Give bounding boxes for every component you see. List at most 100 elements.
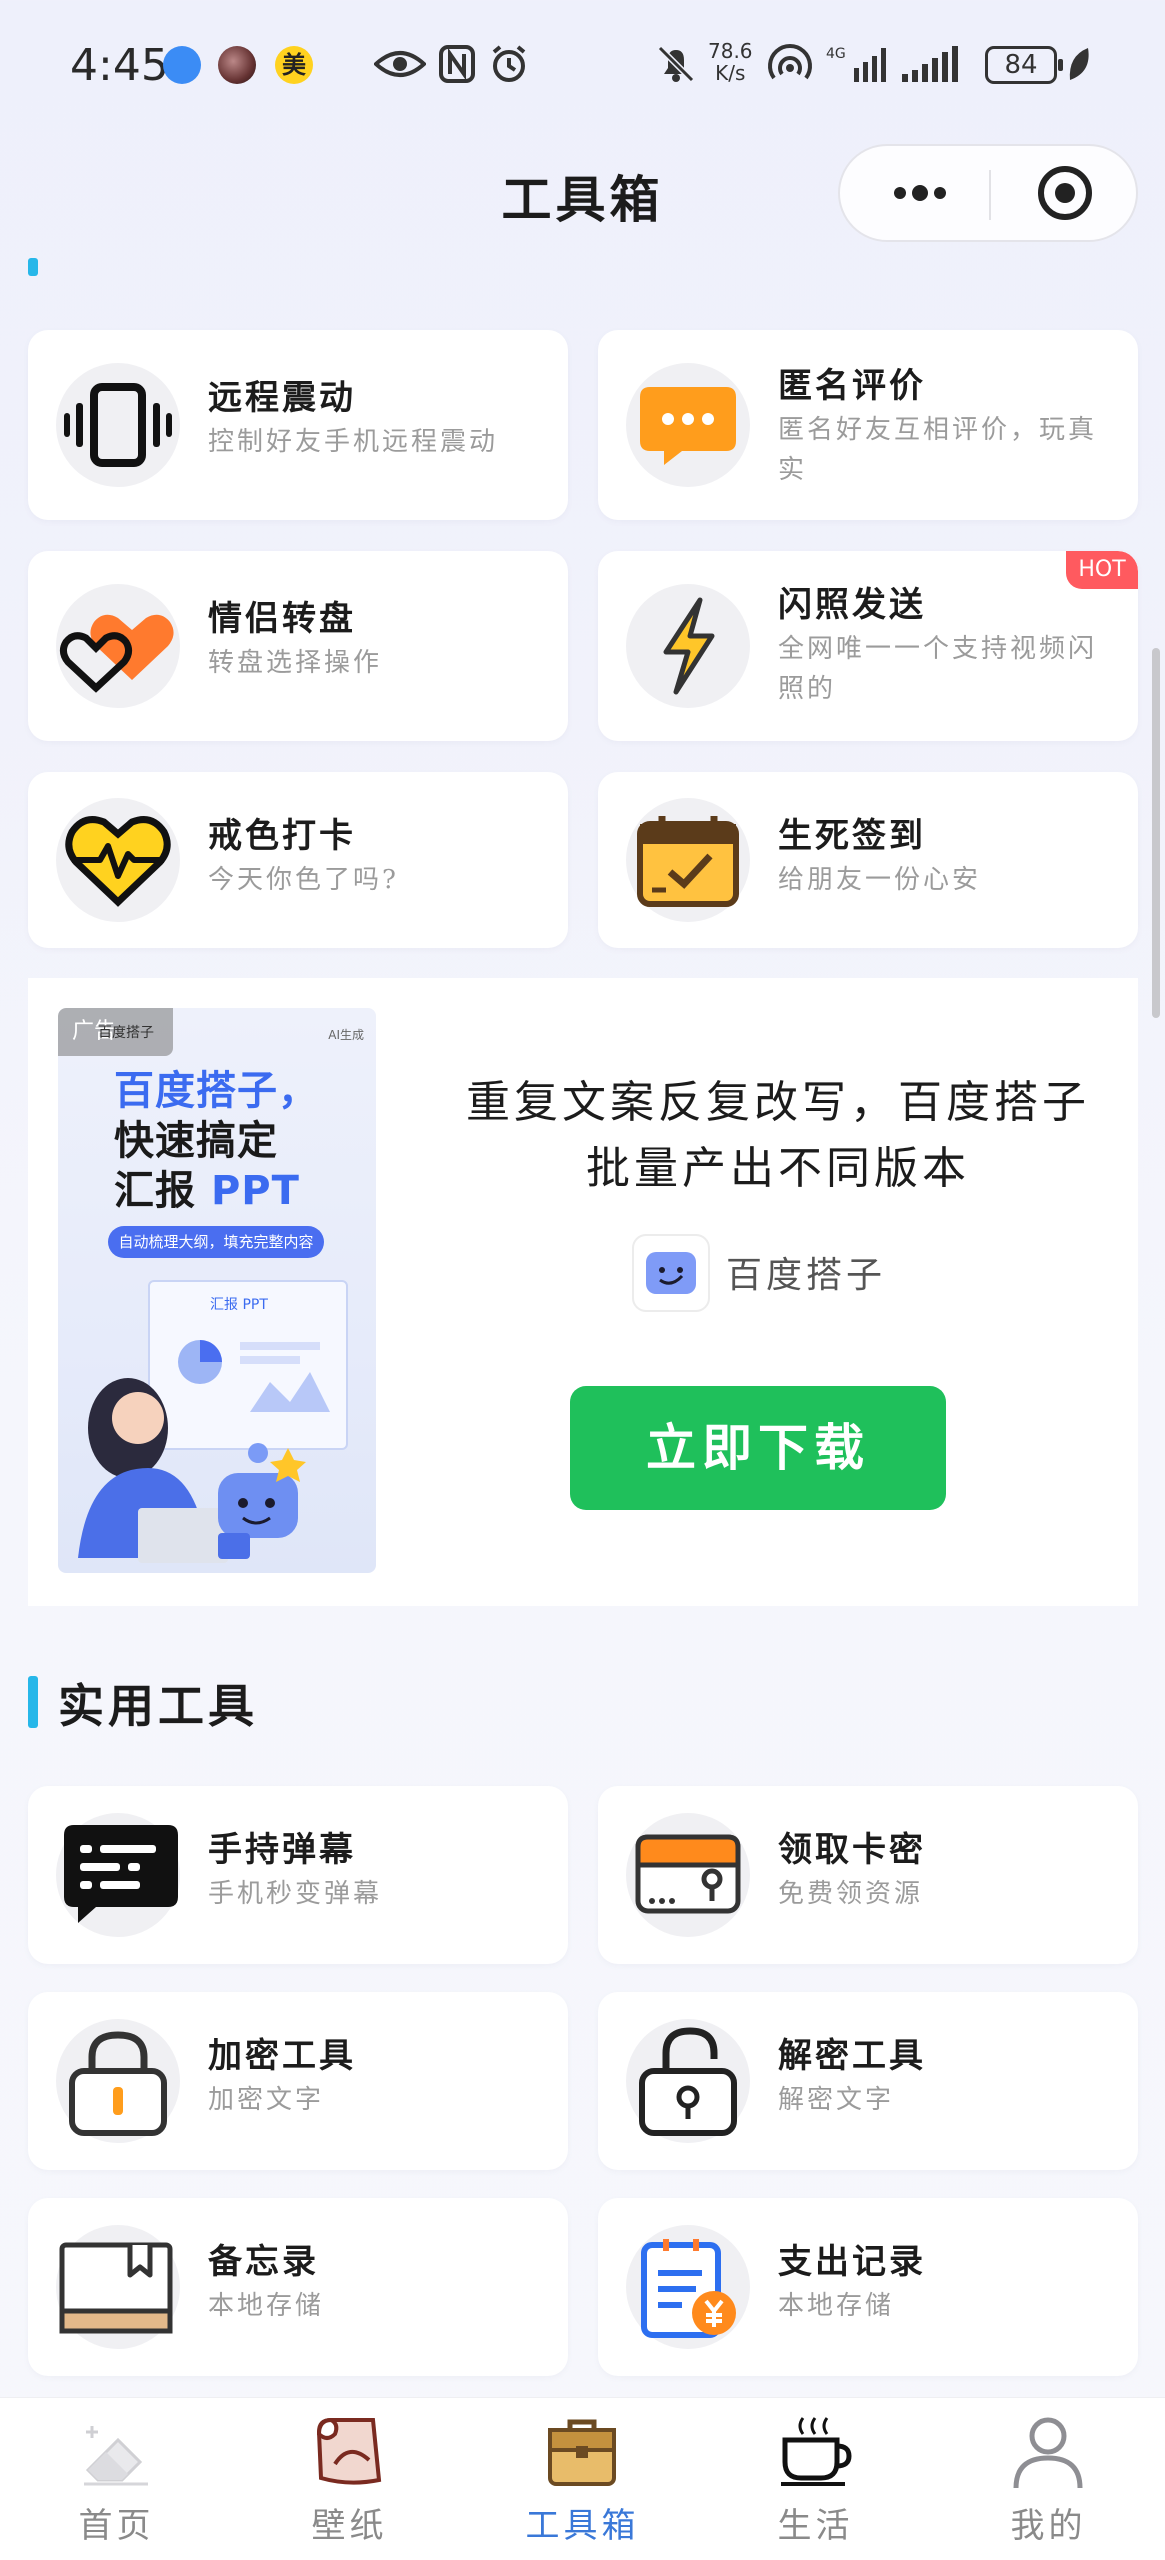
section-indicator-tools xyxy=(28,1676,38,1728)
ad-brand-name: 百度搭子 xyxy=(726,1255,887,1296)
lightning-icon xyxy=(626,584,750,708)
svg-text:4G: 4G xyxy=(826,46,846,62)
battery-indicator: 84 xyxy=(985,46,1063,84)
card-title: 领取卡密 xyxy=(778,1830,926,1870)
baidu-dazi-logo xyxy=(632,1234,710,1312)
more-button[interactable] xyxy=(880,146,960,240)
ad-download-button[interactable]: 立即下载 xyxy=(570,1386,946,1510)
calendar-check-icon xyxy=(626,798,750,922)
card-title: 手持弹幕 xyxy=(208,1830,356,1870)
phone-vibrate-icon xyxy=(56,363,180,487)
card-desc: 加密文字 xyxy=(208,2085,325,2115)
tool-card-couple-wheel[interactable]: 情侣转盘 转盘选择操作 xyxy=(28,551,568,741)
expense-icon xyxy=(626,2225,750,2349)
ad-banner[interactable]: 广告 百度搭子 AI生成 百度搭子， 快速搞定 汇报 PPT 自动梳理大纲，填充… xyxy=(28,978,1138,1606)
card-title: 情侣转盘 xyxy=(208,599,356,639)
chat-bubble-icon xyxy=(626,363,750,487)
net-speed: 78.6 K/s xyxy=(708,39,753,85)
signal-icon xyxy=(902,46,958,82)
tool-card-quit-checkin[interactable]: 戒色打卡 今天你色了吗? xyxy=(28,772,568,948)
home-eraser-icon xyxy=(84,2426,148,2486)
lock-icon xyxy=(56,2019,180,2143)
tab-label: 壁纸 xyxy=(311,2506,388,2546)
memo-book-icon xyxy=(56,2225,180,2349)
card-desc: 本地存储 xyxy=(208,2291,325,2321)
toolbox-icon xyxy=(548,2419,616,2486)
hearts-icon xyxy=(56,584,180,708)
ad-headline-3: 汇报 PPT xyxy=(114,1168,300,1214)
coffee-cup-icon xyxy=(781,2417,852,2486)
leaf-icon xyxy=(1069,48,1089,80)
tab-label: 我的 xyxy=(1010,2506,1087,2546)
card-title: 戒色打卡 xyxy=(208,816,356,856)
status-bar: 4:45 美 78.6 K/s 4G 84 xyxy=(0,0,1165,130)
signal-4g-icon: 4G xyxy=(826,46,886,82)
card-desc: 给朋友一份心安 xyxy=(778,865,982,895)
card-title: 远程震动 xyxy=(208,378,356,418)
user-icon xyxy=(1013,2417,1083,2489)
target-close-icon xyxy=(1038,166,1092,220)
tab-wallpaper[interactable]: 壁纸 xyxy=(233,2398,466,2560)
card-desc: 匿名好友互相评价，玩真实 xyxy=(778,415,1098,485)
card-title: 备忘录 xyxy=(208,2242,319,2282)
card-desc: 免费领资源 xyxy=(778,1879,924,1909)
wallpaper-icon xyxy=(316,2417,382,2485)
tool-card-remote-vibrate[interactable]: 远程震动 控制好友手机远程震动 xyxy=(28,330,568,520)
tool-card-life-checkin[interactable]: 生死签到 给朋友一份心安 xyxy=(598,772,1138,948)
tab-label: 首页 xyxy=(78,2506,155,2546)
meituan-notification-icon: 美 xyxy=(275,46,313,84)
ad-image[interactable]: 广告 百度搭子 AI生成 百度搭子， 快速搞定 汇报 PPT 自动梳理大纲，填充… xyxy=(58,1008,376,1573)
nfc-icon xyxy=(439,45,475,83)
unlock-icon xyxy=(626,2019,750,2143)
card-box-icon xyxy=(626,1813,750,1937)
ad-copy-text: 重复文案反复改写，百度搭子批量产出不同版本 xyxy=(466,1077,1090,1194)
card-title: 闪照发送 xyxy=(778,585,926,625)
card-desc: 本地存储 xyxy=(778,2291,895,2321)
card-desc: 解密文字 xyxy=(778,2085,895,2115)
status-time: 4:45 xyxy=(70,40,169,91)
tool-card-flash-photo[interactable]: 闪照发送 全网唯一一个支持视频闪照的 HOT xyxy=(598,551,1138,741)
heartbeat-icon xyxy=(56,798,180,922)
avatar-notification-icon xyxy=(218,46,256,84)
card-desc: 控制好友手机远程震动 xyxy=(208,427,499,457)
tool-card-expense[interactable]: 支出记录 本地存储 xyxy=(598,2198,1138,2376)
card-title: 生死签到 xyxy=(778,816,926,856)
card-title: 匿名评价 xyxy=(778,366,926,406)
ad-image-brand: 百度搭子 xyxy=(98,1025,154,1041)
tool-card-claim-code[interactable]: 领取卡密 免费领资源 xyxy=(598,1786,1138,1964)
alarm-icon xyxy=(492,45,526,82)
ad-pill: 自动梳理大纲，填充完整内容 xyxy=(108,1226,324,1258)
ad-ai-label: AI生成 xyxy=(328,1028,364,1042)
eye-icon xyxy=(374,51,426,77)
tool-card-anonymous-review[interactable]: 匿名评价 匿名好友互相评价，玩真实 xyxy=(598,330,1138,520)
tab-home[interactable]: 首页 xyxy=(0,2398,233,2560)
close-mini-program-button[interactable] xyxy=(1020,146,1110,240)
tool-card-memo[interactable]: 备忘录 本地存储 xyxy=(28,2198,568,2376)
tab-toolbox[interactable]: 工具箱 xyxy=(466,2398,699,2560)
section-title-tools: 实用工具 xyxy=(58,1679,258,1733)
card-title: 解密工具 xyxy=(778,2036,926,2076)
more-dots-icon xyxy=(894,185,946,201)
card-desc: 全网唯一一个支持视频闪照的 xyxy=(778,634,1098,704)
card-title: 支出记录 xyxy=(778,2242,926,2282)
tool-card-handheld-danmaku[interactable]: 手持弹幕 手机秒变弹幕 xyxy=(28,1786,568,1964)
hotspot-icon xyxy=(768,44,812,80)
capsule-divider xyxy=(989,170,991,220)
qq-notification-icon xyxy=(163,46,201,84)
hot-badge: HOT xyxy=(1066,551,1138,589)
mute-bell-icon xyxy=(657,45,695,83)
card-desc: 今天你色了吗? xyxy=(208,865,399,895)
card-title: 加密工具 xyxy=(208,2036,356,2076)
tab-life[interactable]: 生活 xyxy=(699,2398,932,2560)
tool-card-encrypt[interactable]: 加密工具 加密文字 xyxy=(28,1992,568,2170)
tab-label: 工具箱 xyxy=(525,2506,640,2546)
card-desc: 转盘选择操作 xyxy=(208,648,383,678)
scrollbar[interactable] xyxy=(1152,648,1160,1018)
card-desc: 手机秒变弹幕 xyxy=(208,1879,383,1909)
danmaku-icon xyxy=(56,1813,180,1937)
tab-label: 生活 xyxy=(777,2506,854,2546)
tab-bar: 首页 壁纸 工具箱 生活 我的 xyxy=(0,2397,1165,2560)
tab-mine[interactable]: 我的 xyxy=(932,2398,1165,2560)
section-indicator-top xyxy=(28,258,38,276)
tool-card-decrypt[interactable]: 解密工具 解密文字 xyxy=(598,1992,1138,2170)
